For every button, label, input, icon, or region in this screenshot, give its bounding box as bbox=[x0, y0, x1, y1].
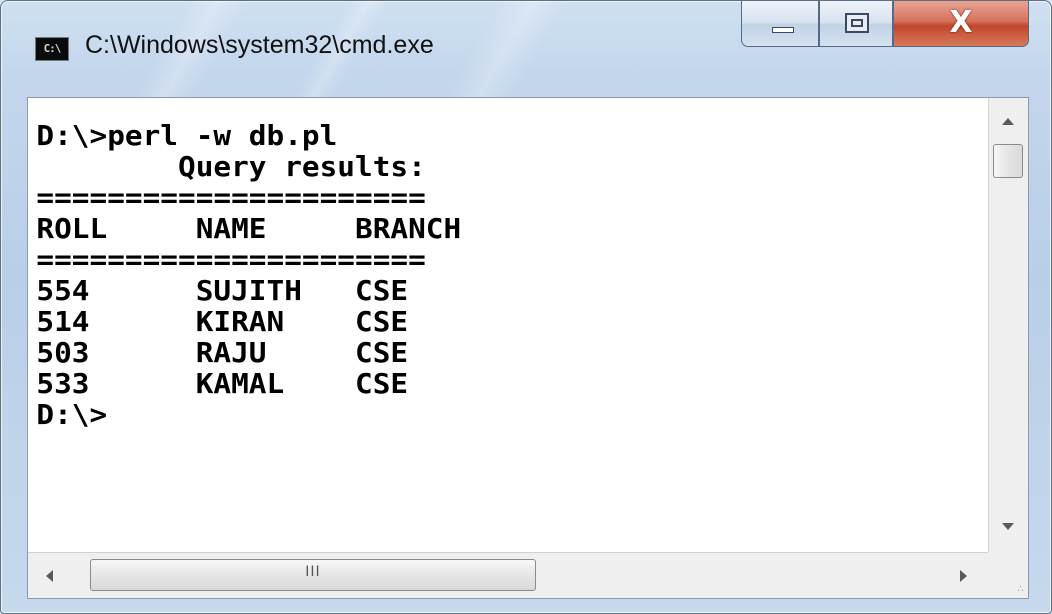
scroll-up-icon[interactable] bbox=[1002, 118, 1014, 125]
title-bar[interactable]: C:\ C:\Windows\system32\cmd.exe X bbox=[1, 1, 1051, 97]
console-output[interactable]: D:\>perl -w db.pl Query results: =======… bbox=[28, 98, 988, 552]
console-line: ====================== bbox=[36, 181, 426, 214]
close-button[interactable]: X bbox=[893, 1, 1029, 47]
console-line: 514 KIRAN CSE bbox=[36, 305, 409, 338]
horizontal-scrollbar[interactable]: III bbox=[28, 552, 988, 598]
console-line: 554 SUJITH CSE bbox=[36, 274, 409, 307]
vertical-scroll-thumb[interactable] bbox=[993, 144, 1023, 178]
console-line: D:\>perl -w db.pl bbox=[36, 119, 338, 152]
minimize-icon bbox=[772, 27, 794, 33]
maximize-button[interactable] bbox=[819, 1, 893, 47]
console-prompt: D:\> bbox=[36, 398, 108, 431]
console-area: D:\>perl -w db.pl Query results: =======… bbox=[27, 97, 1029, 599]
console-line: 533 KAMAL CSE bbox=[36, 367, 409, 400]
window-title: C:\Windows\system32\cmd.exe bbox=[85, 31, 434, 59]
cmd-window: C:\ C:\Windows\system32\cmd.exe X D:\>pe… bbox=[0, 0, 1052, 614]
console-line: Query results: bbox=[36, 150, 426, 183]
minimize-button[interactable] bbox=[741, 1, 819, 47]
resize-grip-icon: ∴ bbox=[1017, 584, 1024, 595]
scroll-left-icon[interactable] bbox=[46, 570, 53, 582]
scroll-down-icon[interactable] bbox=[1002, 523, 1014, 530]
console-line: ====================== bbox=[36, 243, 426, 276]
horizontal-scroll-thumb[interactable]: III bbox=[90, 559, 536, 591]
cmd-icon[interactable]: C:\ bbox=[35, 37, 69, 61]
grip-icon: III bbox=[305, 564, 321, 580]
scroll-right-icon[interactable] bbox=[960, 570, 967, 582]
close-icon: X bbox=[949, 5, 973, 40]
console-line: 503 RAJU CSE bbox=[36, 336, 409, 369]
maximize-icon bbox=[845, 13, 869, 33]
console-line: ROLL NAME BRANCH bbox=[36, 212, 462, 245]
caption-buttons: X bbox=[741, 1, 1041, 49]
resize-corner[interactable]: ∴ bbox=[988, 552, 1028, 598]
vertical-scrollbar[interactable] bbox=[988, 98, 1028, 552]
